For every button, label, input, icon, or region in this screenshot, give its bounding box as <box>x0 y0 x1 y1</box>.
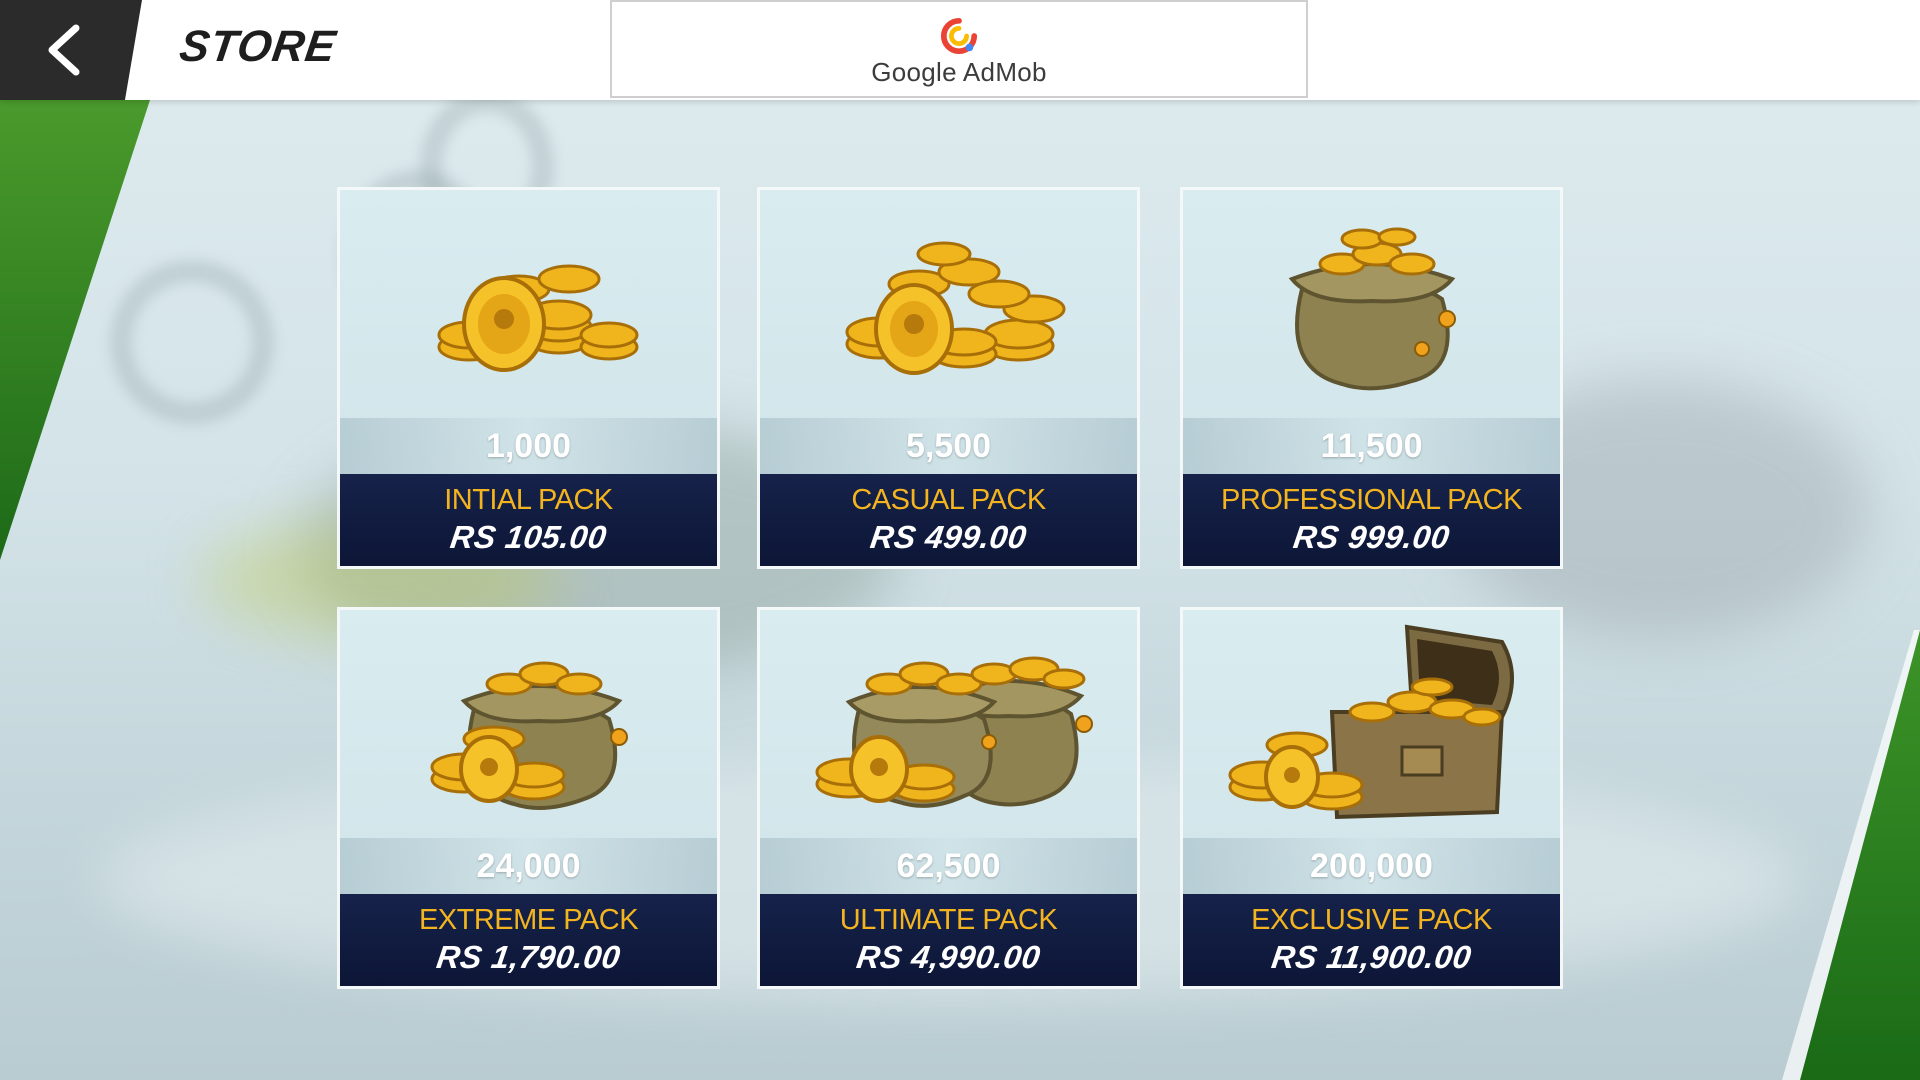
pack-amount: 62,500 <box>760 838 1137 894</box>
pack-footer: EXTREME PACK RS 1,790.00 <box>340 894 717 986</box>
pack-card-exclusive[interactable]: 200,000 EXCLUSIVE PACK RS 11,900.00 <box>1180 607 1563 989</box>
two-coin-bags-icon <box>760 610 1137 838</box>
pack-footer: PROFESSIONAL PACK RS 999.00 <box>1183 474 1560 566</box>
pack-price: RS 105.00 <box>448 519 609 555</box>
pack-amount: 24,000 <box>340 838 717 894</box>
pack-footer: INTIAL PACK RS 105.00 <box>340 474 717 566</box>
page-title: STORE <box>176 22 340 71</box>
pack-name: INTIAL PACK <box>444 484 613 516</box>
pack-amount: 11,500 <box>1183 418 1560 474</box>
pack-name: ULTIMATE PACK <box>839 904 1058 936</box>
pack-card-casual[interactable]: 5,500 CASUAL PACK RS 499.00 <box>757 187 1140 569</box>
pack-card-professional[interactable]: 11,500 PROFESSIONAL PACK RS 999.00 <box>1180 187 1563 569</box>
coin-pile-small-icon <box>340 190 717 418</box>
pack-price: RS 4,990.00 <box>854 939 1043 975</box>
ad-brand-text: Google AdMob <box>871 56 1047 87</box>
pack-price: RS 499.00 <box>868 519 1029 555</box>
pack-name: CASUAL PACK <box>851 484 1046 516</box>
coin-bag-with-coins-icon <box>340 610 717 838</box>
pack-name: PROFESSIONAL PACK <box>1221 484 1522 516</box>
pack-card-ultimate[interactable]: 62,500 ULTIMATE PACK RS 4,990.00 <box>757 607 1140 989</box>
admob-logo <box>940 17 978 54</box>
pack-footer: CASUAL PACK RS 499.00 <box>760 474 1137 566</box>
pack-price: RS 999.00 <box>1291 519 1452 555</box>
coin-pile-large-icon <box>760 190 1137 418</box>
ad-banner[interactable]: Google AdMob <box>610 0 1308 98</box>
header-bar: STORE Google AdMob <box>0 0 1920 100</box>
pack-card-extreme[interactable]: 24,000 EXTREME PACK RS 1,790.00 <box>337 607 720 989</box>
pack-amount: 200,000 <box>1183 838 1560 894</box>
pack-price: RS 1,790.00 <box>434 939 623 975</box>
pack-name: EXCLUSIVE PACK <box>1251 904 1492 936</box>
pack-amount: 1,000 <box>340 418 717 474</box>
pack-footer: EXCLUSIVE PACK RS 11,900.00 <box>1183 894 1560 986</box>
pack-name: EXTREME PACK <box>418 904 639 936</box>
coin-bag-icon <box>1183 190 1560 418</box>
pack-footer: ULTIMATE PACK RS 4,990.00 <box>760 894 1137 986</box>
chevron-left-icon <box>48 24 80 76</box>
pack-amount: 5,500 <box>760 418 1137 474</box>
pack-price: RS 11,900.00 <box>1269 939 1474 975</box>
pack-card-initial[interactable]: 1,000 INTIAL PACK RS 105.00 <box>337 187 720 569</box>
back-button[interactable] <box>0 0 142 100</box>
treasure-chest-icon <box>1183 610 1560 838</box>
pack-grid: 1,000 INTIAL PACK RS 105.00 5,500 CASUAL… <box>337 187 1565 989</box>
